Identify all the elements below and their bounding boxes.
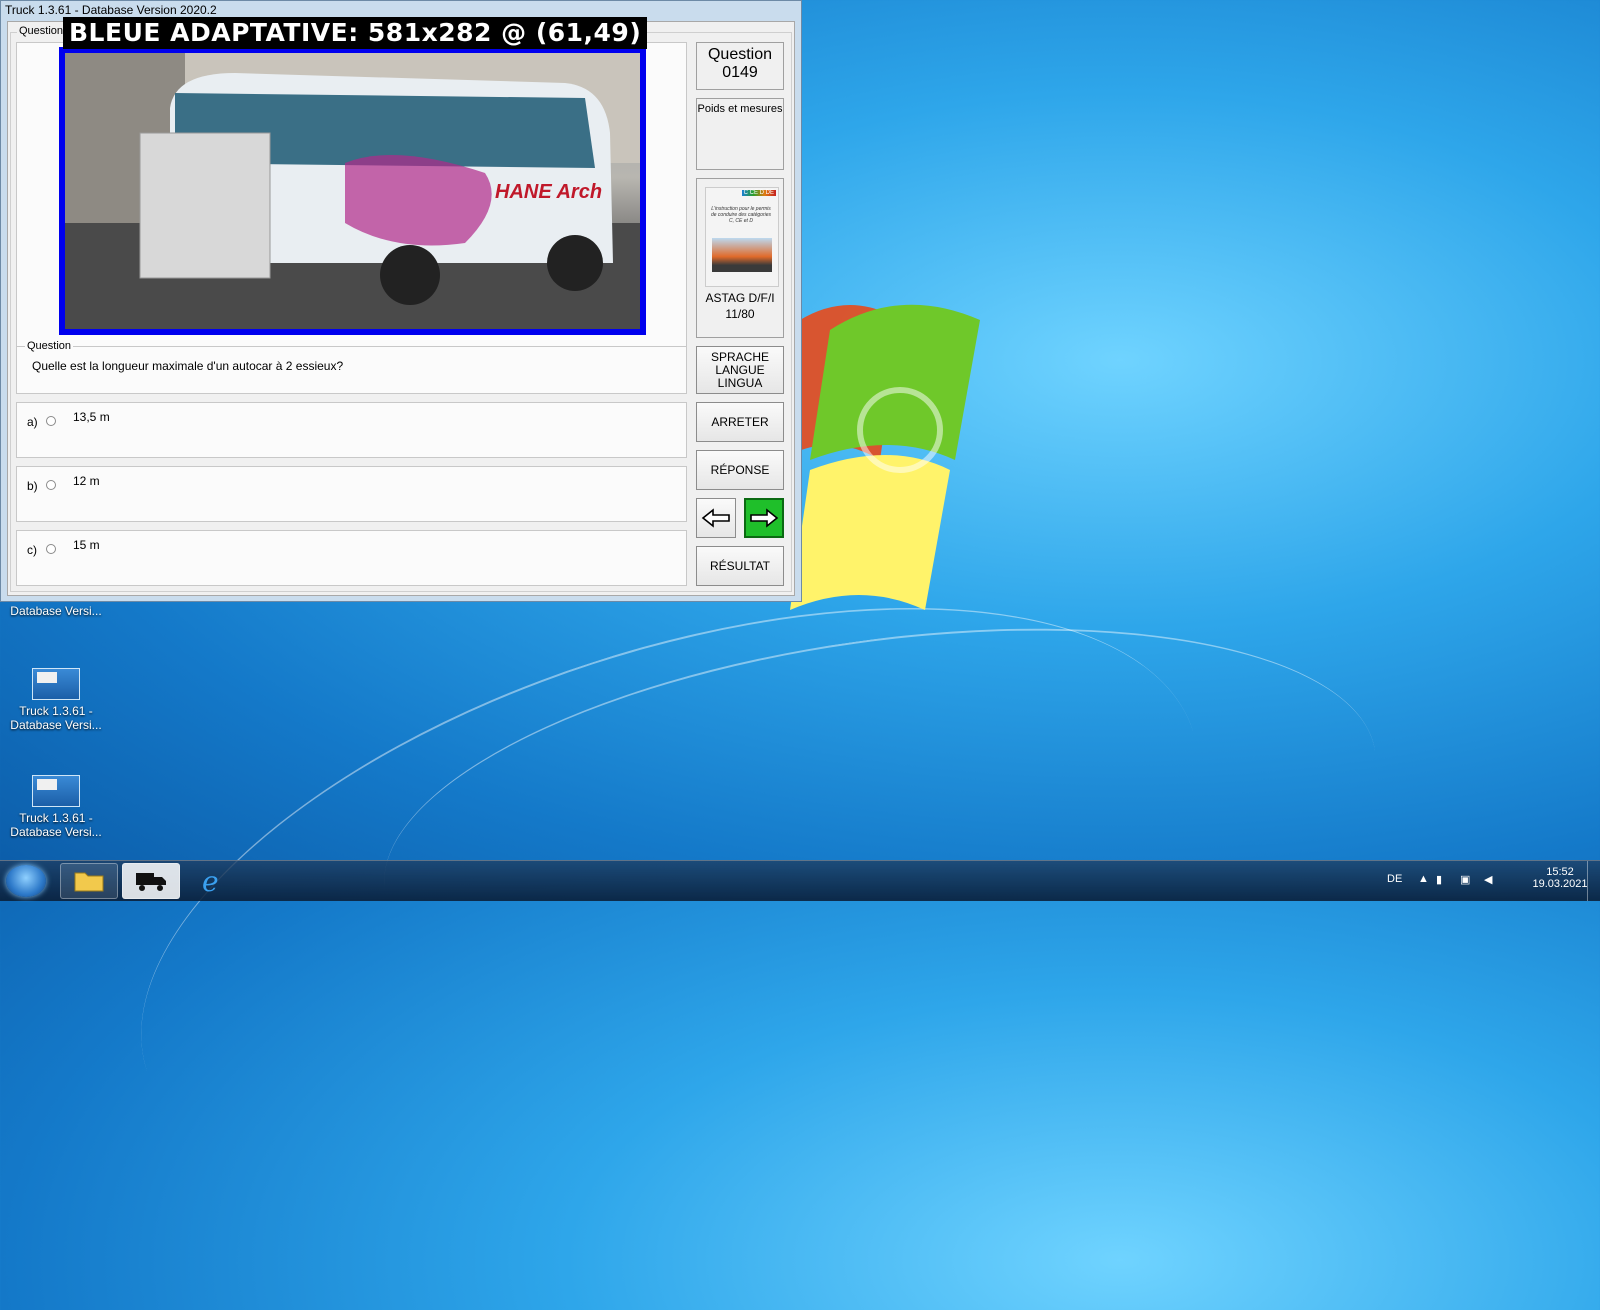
book-page: 11/80	[725, 307, 755, 321]
category-box: Poids et mesures	[696, 98, 784, 170]
bus-brand-text: HANE Arch	[495, 181, 602, 203]
language-indicator[interactable]: DE	[1387, 873, 1402, 885]
option-a-radio[interactable]	[46, 416, 56, 426]
option-c[interactable]: c) 15 m	[16, 530, 687, 586]
language-button-line: SPRACHE	[710, 349, 769, 364]
option-a[interactable]: a) 13,5 m	[16, 402, 687, 458]
question-number: 0149	[722, 64, 758, 81]
chevron-up-icon[interactable]: ▲	[1418, 873, 1429, 885]
folder-icon	[74, 872, 104, 892]
desktop-icon-label: Database Versi...	[10, 825, 102, 839]
desktop-icon-truck[interactable]: Truck 1.3.61 - Database Versi...	[8, 775, 104, 839]
taskbar: e DE ▲ ▮ ▣ ◀ 15:52 19.03.2021	[0, 860, 1600, 901]
taskbar-truck-app[interactable]	[122, 863, 180, 899]
book-cover-text: L'instruction pour le permis de conduire…	[710, 206, 772, 224]
truck-app-icon	[32, 668, 80, 700]
truck-icon	[136, 873, 166, 891]
option-b-radio[interactable]	[46, 480, 56, 490]
book-cover-badges: C CE D DE	[741, 190, 776, 196]
arrow-right-icon	[750, 508, 779, 528]
question-number-box: Question 0149	[696, 42, 784, 90]
question-panel: Question Quelle est la longueur maximale…	[16, 340, 687, 394]
start-button[interactable]	[6, 865, 46, 897]
network-icon[interactable]: ▣	[1460, 873, 1470, 886]
next-button[interactable]	[744, 498, 784, 538]
windows-logo-wallpaper	[790, 304, 980, 610]
clock-date: 19.03.2021	[1532, 878, 1588, 890]
desktop-icon-label: Truck 1.3.61 -	[19, 704, 93, 718]
answer-button[interactable]: RÉPONSE	[696, 450, 784, 490]
arrow-left-icon	[701, 508, 730, 528]
internet-explorer-icon: e	[202, 866, 219, 896]
book-cover-image: C CE D DE L'instruction pour le permis d…	[705, 187, 779, 287]
bus-thumbnail	[712, 238, 772, 272]
show-desktop-button[interactable]	[1587, 861, 1600, 901]
desktop-icon-truck[interactable]: Database Versi...	[8, 604, 104, 618]
truck-app-icon	[32, 775, 80, 807]
bus-photo-illustration: HANE Arch	[65, 53, 640, 329]
desktop-icon-truck[interactable]: Truck 1.3.61 - Database Versi...	[8, 668, 104, 732]
option-text: 12 m	[73, 474, 100, 488]
question-heading: Question	[707, 46, 773, 63]
taskbar-internet-explorer[interactable]: e	[184, 863, 242, 899]
question-label: Question	[25, 340, 74, 352]
option-letter: a)	[27, 415, 38, 429]
desktop-icon-label: Database Versi...	[10, 604, 102, 618]
question-photo: HANE Arch	[59, 47, 646, 335]
clock[interactable]: 15:52 19.03.2021	[1530, 866, 1590, 890]
power-icon[interactable]: ▮	[1436, 873, 1442, 886]
previous-button[interactable]	[696, 498, 736, 538]
app-window: Truck 1.3.61 - Database Version 2020.2 Q…	[0, 0, 802, 602]
question-text: Quelle est la longueur maximale d'un aut…	[32, 359, 344, 373]
desktop-icon-label: Database Versi...	[10, 718, 102, 732]
book-reference-box: C CE D DE L'instruction pour le permis d…	[696, 178, 784, 338]
category-text: Poids et mesures	[697, 103, 783, 115]
overlay-annotation: BLEUE ADAPTATIVE: 581x282 @ (61,49)	[63, 17, 648, 49]
option-text: 13,5 m	[73, 410, 110, 424]
stop-button[interactable]: ARRETER	[696, 402, 784, 442]
option-b[interactable]: b) 12 m	[16, 466, 687, 522]
language-button-line: LANGUE	[715, 362, 765, 377]
language-button-line: LINGUA	[717, 375, 763, 390]
book-title: ASTAG D/F/I	[705, 291, 775, 305]
option-text: 15 m	[73, 538, 100, 552]
volume-icon[interactable]: ◀	[1484, 873, 1492, 886]
taskbar-explorer[interactable]	[60, 863, 118, 899]
desktop-icon-label: Truck 1.3.61 -	[19, 811, 93, 825]
option-letter: b)	[27, 479, 38, 493]
result-button[interactable]: RÉSULTAT	[696, 546, 784, 586]
svg-text:e: e	[202, 866, 219, 896]
option-c-radio[interactable]	[46, 544, 56, 554]
option-letter: c)	[27, 543, 37, 557]
clock-time: 15:52	[1546, 866, 1574, 878]
language-button[interactable]: SPRACHE LANGUE LINGUA	[696, 346, 784, 394]
